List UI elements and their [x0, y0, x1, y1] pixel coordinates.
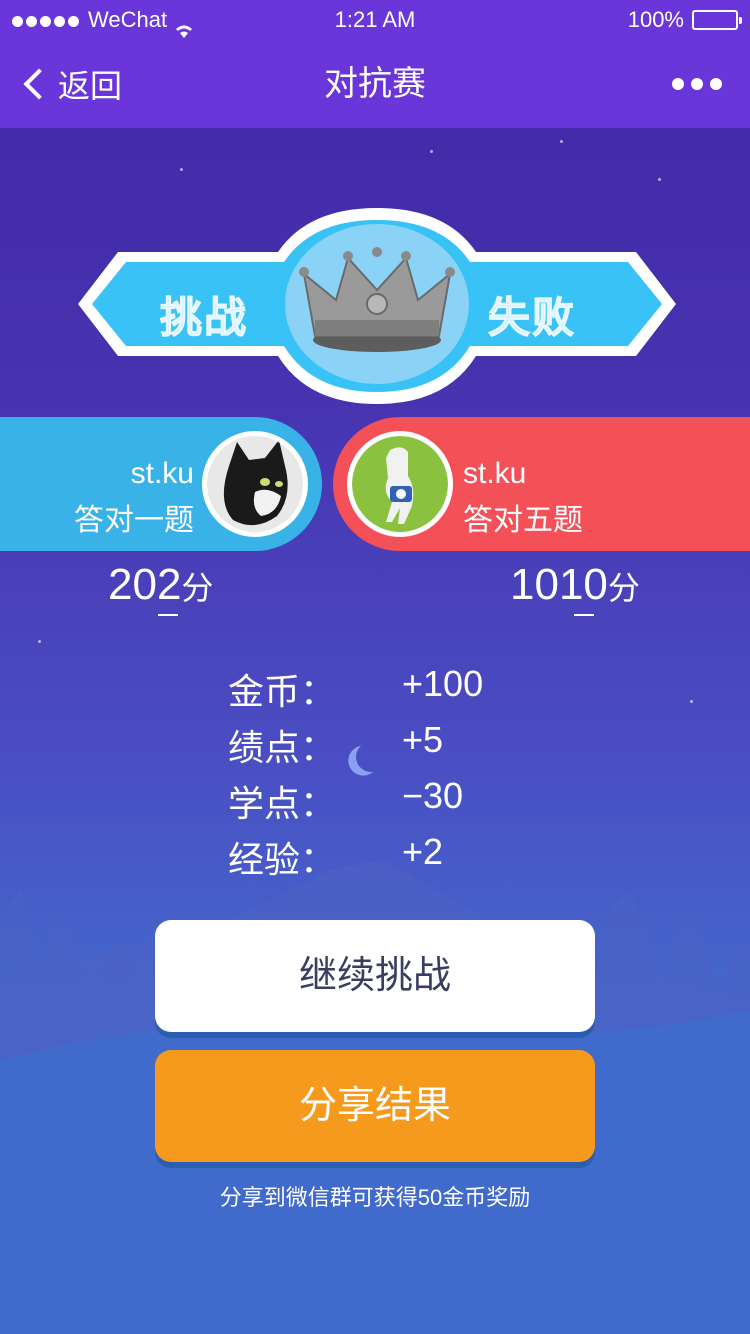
star-decoration: [180, 168, 183, 171]
status-right: 100%: [627, 0, 742, 40]
avatar[interactable]: [347, 431, 453, 537]
star-decoration: [560, 140, 563, 143]
rewards-list: 金币： +100 绩点： +5 学点： −30 经验： +2: [228, 663, 528, 887]
player-card-left: st.ku 答对一题: [0, 417, 322, 551]
player-stat: 答对五题: [463, 504, 583, 537]
cat-avatar-icon: [207, 436, 303, 532]
page-title: 对抗赛: [324, 65, 426, 103]
player-score-right: 1010分: [510, 560, 640, 610]
share-result-button[interactable]: 分享结果: [155, 1050, 595, 1162]
continue-challenge-button[interactable]: 继续挑战: [155, 920, 595, 1032]
banner-left-text: 挑战: [159, 294, 249, 342]
player-name: st.ku: [463, 457, 527, 490]
player-score-left: 202分: [108, 560, 213, 610]
score-underline: [574, 614, 594, 616]
score-value: 202: [108, 560, 182, 609]
score-unit: 分: [181, 570, 214, 606]
reward-label: 绩点：: [228, 727, 337, 768]
battery-icon: [692, 10, 742, 30]
reward-value: +5: [402, 719, 444, 760]
nav-bar: 返回 对抗赛: [0, 40, 750, 128]
score-underline: [158, 614, 178, 616]
player-name: st.ku: [130, 457, 194, 490]
reward-value: +100: [402, 663, 484, 704]
status-bar: WeChat 1:21 AM 100%: [0, 0, 750, 40]
more-dot-icon: [691, 78, 703, 90]
score-unit: 分: [607, 570, 640, 606]
battery-percent: 100%: [627, 7, 684, 32]
player-stat: 答对一题: [74, 504, 194, 537]
star-decoration: [658, 178, 661, 181]
star-decoration: [430, 150, 433, 153]
more-dot-icon: [672, 78, 684, 90]
star-decoration: [690, 700, 693, 703]
score-value: 1010: [510, 560, 608, 609]
reward-row-credits: 学点： −30: [228, 775, 528, 831]
more-menu-button[interactable]: [665, 40, 722, 128]
star-decoration: [38, 640, 41, 643]
reward-value: −30: [402, 775, 464, 816]
reward-label: 学点：: [228, 783, 337, 824]
player-card-right: st.ku 答对五题: [333, 417, 750, 551]
banner-right-text: 失败: [487, 294, 577, 342]
result-banner: 挑战 失败: [78, 208, 676, 404]
share-hint: 分享到微信群可获得50金币奖励: [219, 1185, 531, 1210]
avatar[interactable]: [202, 431, 308, 537]
dinosaur-avatar-icon: [352, 436, 448, 532]
reward-row-coins: 金币： +100: [228, 663, 528, 719]
reward-label: 金币：: [228, 671, 337, 712]
more-dot-icon: [710, 78, 722, 90]
